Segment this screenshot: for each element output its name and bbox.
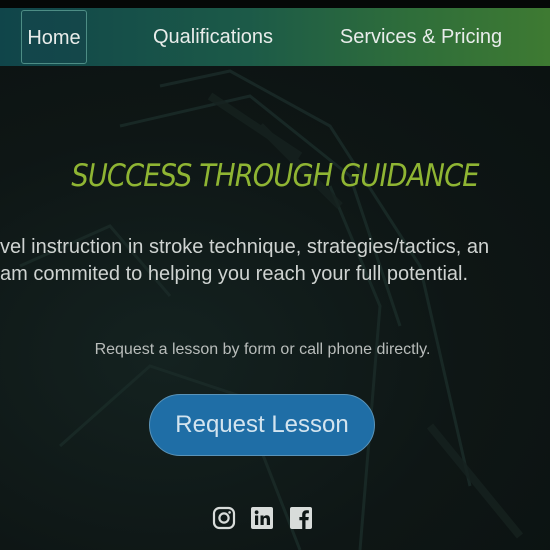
hero-description-line: vel instruction in stroke technique, str… bbox=[0, 236, 490, 258]
request-lesson-button[interactable]: Request Lesson bbox=[149, 394, 375, 456]
facebook-icon[interactable] bbox=[289, 506, 313, 530]
nav-item-qualifications[interactable]: Qualifications bbox=[140, 10, 286, 64]
request-info-text: Request a lesson by form or call phone d… bbox=[94, 341, 431, 358]
linkedin-icon[interactable] bbox=[250, 506, 274, 530]
social-links bbox=[212, 506, 312, 532]
instagram-icon[interactable] bbox=[212, 506, 236, 530]
hero-description-line: am commited to helping you reach your fu… bbox=[0, 263, 469, 285]
nav-item-home[interactable]: Home bbox=[21, 10, 87, 64]
nav-item-services-pricing[interactable]: Services & Pricing bbox=[330, 10, 512, 64]
main-navigation: Home Qualifications Services & Pricing bbox=[0, 8, 550, 67]
top-strip bbox=[0, 0, 550, 8]
hero-headline: SUCCESS THROUGH GUIDANCE bbox=[71, 158, 479, 194]
hero-background-image bbox=[19, 69, 524, 550]
hero-section: SUCCESS THROUGH GUIDANCE vel instruction… bbox=[0, 66, 550, 550]
